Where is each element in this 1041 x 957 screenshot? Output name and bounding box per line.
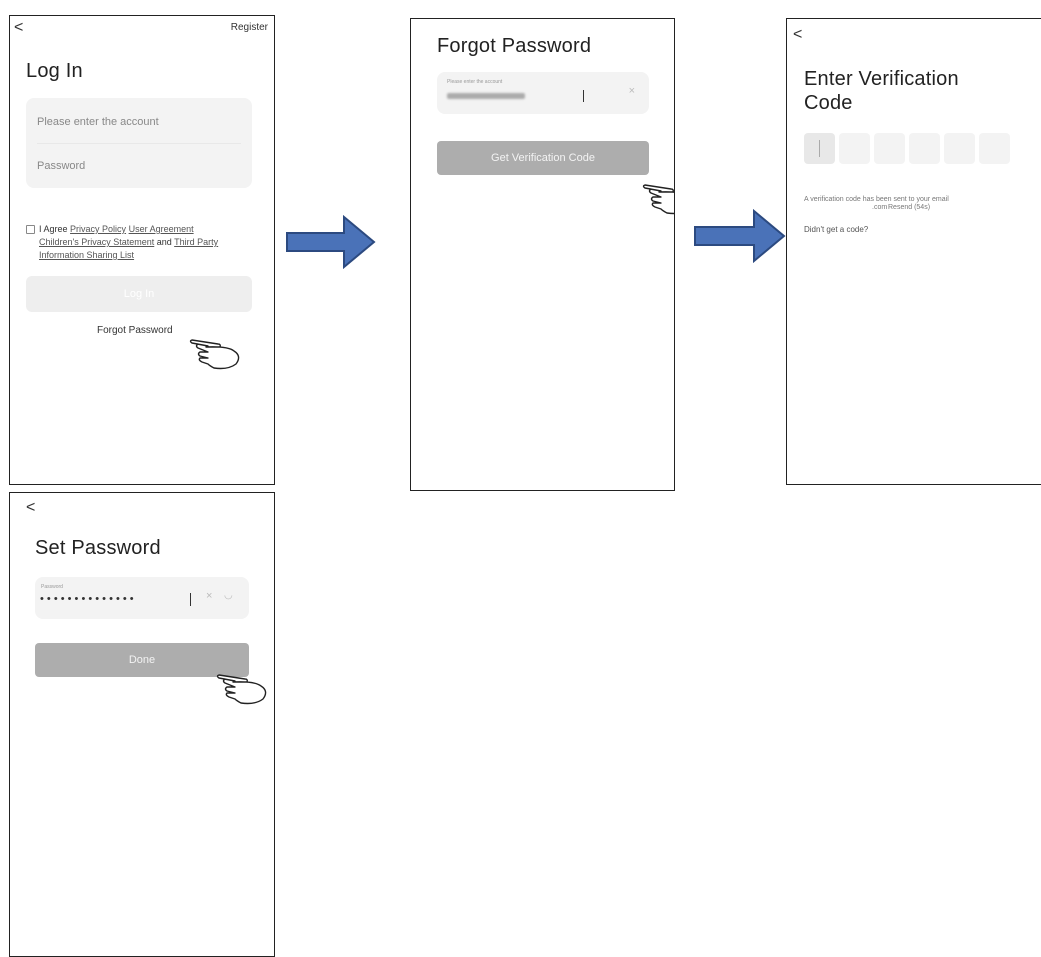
code-digit-2[interactable] [839,133,870,164]
user-agreement-link[interactable]: User Agreement [129,224,194,234]
divider [37,143,241,144]
page-title: Log In [26,60,83,82]
back-icon[interactable]: < [14,20,23,36]
code-digit-5[interactable] [944,133,975,164]
hand-pointer-icon [216,674,267,705]
email-suffix: .com [872,204,888,211]
account-field-label: Please enter the account [447,79,503,85]
login-button[interactable]: Log In [26,276,252,312]
title-line-2: Code [804,92,853,114]
info-sharing-link[interactable]: Information Sharing List [39,250,134,260]
resend-link[interactable]: Resend (54s) [888,204,930,211]
account-field[interactable]: Please enter the account × [437,72,649,114]
password-value: • • • • • • • • • • • • • • [40,593,134,605]
forgot-password-screen: Forgot Password Please enter the account… [410,18,675,491]
page-title: Forgot Password [437,35,592,57]
checkbox-icon[interactable] [26,225,35,234]
arrow-right-icon [694,209,786,263]
close-icon[interactable]: × [206,590,212,602]
page-title: Enter Verification Code [804,67,959,115]
account-value-blurred [447,93,525,99]
close-icon[interactable]: × [629,85,635,97]
code-digit-4[interactable] [909,133,940,164]
hand-pointer-icon [642,184,674,215]
title-line-1: Enter Verification [804,68,959,90]
password-cursor [190,593,191,606]
register-link[interactable]: Register [231,22,268,33]
code-digit-6[interactable] [979,133,1010,164]
didnt-get-code-link[interactable]: Didn't get a code? [804,225,868,234]
get-verification-code-button[interactable]: Get Verification Code [437,141,649,175]
agreement-text: I Agree Privacy Policy User Agreement Ch… [39,223,259,262]
login-screen: < Register Log In Please enter the accou… [9,15,275,485]
code-cursor [819,140,820,157]
back-icon[interactable]: < [793,27,802,43]
code-sent-text: A verification code has been sent to you… [804,196,949,203]
code-input[interactable] [804,133,1014,165]
page-title: Set Password [35,537,161,559]
code-digit-1[interactable] [804,133,835,164]
agree-label: I Agree [39,224,68,234]
verification-screen: < Enter Verification Code A verification… [786,18,1041,485]
back-icon[interactable]: < [26,500,35,516]
third-party-link[interactable]: Third Party [174,237,218,247]
hand-pointer-icon [189,339,240,370]
password-input[interactable]: Password [37,160,85,172]
arrow-right-icon [286,215,376,269]
children-privacy-link[interactable]: Children's Privacy Statement [39,237,154,247]
password-field-label: Password [41,584,63,590]
password-field[interactable]: Password • • • • • • • • • • • • • • × ◡ [35,577,249,619]
account-cursor [583,90,584,102]
privacy-policy-link[interactable]: Privacy Policy [70,224,126,234]
and-label: and [156,237,172,247]
code-digit-3[interactable] [874,133,905,164]
account-input[interactable]: Please enter the account [37,116,159,128]
eye-icon[interactable]: ◡ [224,590,233,601]
set-password-screen: < Set Password Password • • • • • • • • … [9,492,275,957]
login-form: Please enter the account Password [26,98,252,188]
forgot-password-link[interactable]: Forgot Password [97,325,173,336]
